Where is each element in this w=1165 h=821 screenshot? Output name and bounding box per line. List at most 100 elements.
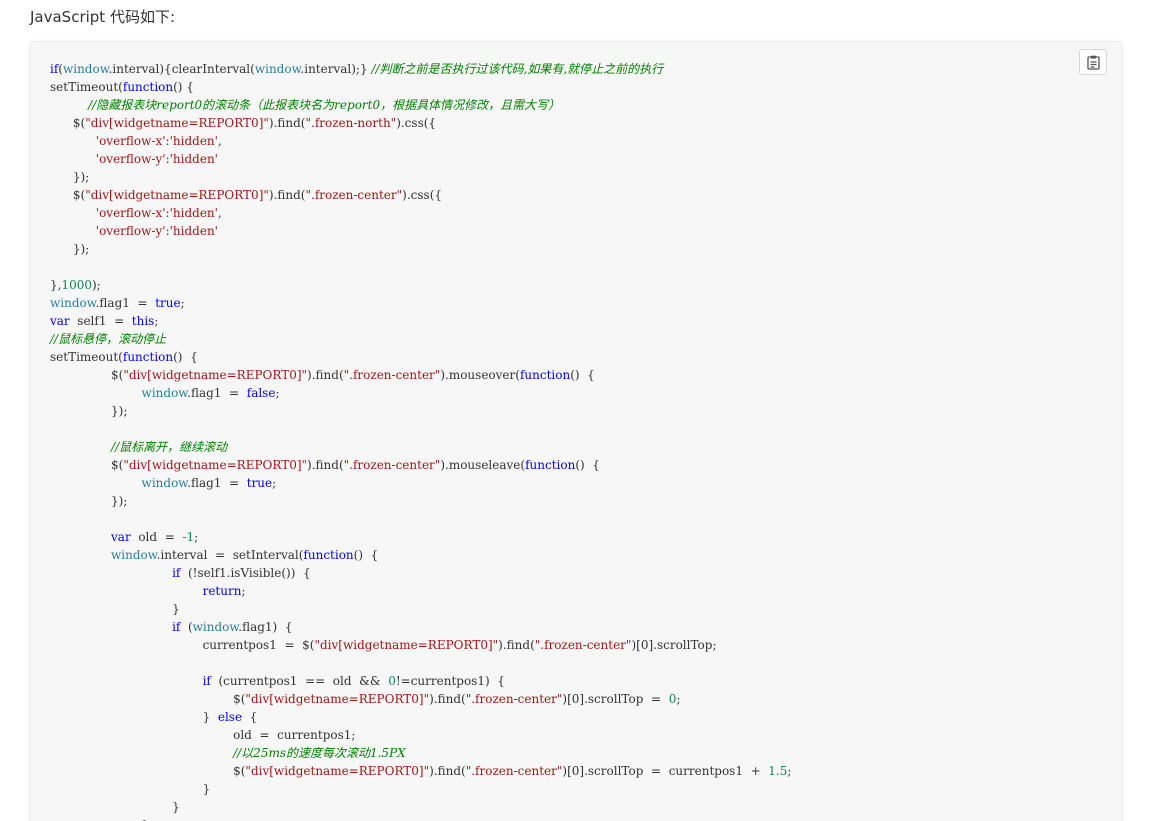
code-token: ).css({	[402, 188, 443, 202]
code-line: });	[50, 402, 791, 420]
code-token: $(	[50, 116, 86, 130]
code-line: });	[50, 240, 791, 258]
code-token: $(	[50, 368, 124, 382]
code-token: .flag1) {	[238, 620, 293, 634]
code-token: function	[122, 80, 174, 94]
code-token: .interval = setInterval(	[156, 548, 304, 562]
code-token: ).find(	[307, 458, 344, 472]
code-token: (	[180, 620, 193, 634]
code-token: 1.5	[768, 764, 788, 778]
code-token: function	[525, 458, 576, 472]
code-token: () {	[353, 548, 379, 562]
code-line: 'overflow-y':'hidden'	[50, 222, 791, 240]
code-token: .flag1 =	[95, 296, 156, 310]
code-token: (currentpos1 == old &&	[210, 674, 389, 688]
code-token: ;	[154, 314, 159, 328]
code-token: .flag1 =	[187, 386, 247, 400]
code-token: ).mouseover(	[440, 368, 520, 382]
code-token: "div[widgetname=REPORT0]"	[123, 458, 308, 472]
code-token: ).find(	[307, 368, 344, 382]
code-token: ".frozen-center"	[305, 188, 403, 202]
code-token: ).css({	[396, 116, 437, 130]
code-line: //隐藏报表块report0的滚动条（此报表块名为report0，根据具体情况修…	[50, 96, 791, 114]
code-token: )[0].scrollTop;	[631, 638, 717, 652]
code-token: function	[122, 350, 174, 364]
copy-code-button[interactable]	[1079, 49, 1107, 75]
code-line: //鼠标悬停，滚动停止	[50, 330, 791, 348]
code-token: {	[242, 710, 258, 724]
code-token: ,	[217, 134, 222, 148]
code-line: window.flag1 = false;	[50, 384, 791, 402]
code-line: $("div[widgetname=REPORT0]").find(".froz…	[50, 690, 791, 708]
code-token: "div[widgetname=REPORT0]"	[245, 764, 430, 778]
code-token: ;	[194, 530, 199, 544]
code-token: ;	[180, 296, 185, 310]
code-token: .interval){clearInterval(	[108, 62, 255, 76]
code-token: "div[widgetname=REPORT0]"	[123, 368, 308, 382]
code-token: (!self1.isVisible()) {	[180, 566, 311, 580]
code-line: $("div[widgetname=REPORT0]").find(".froz…	[50, 186, 791, 204]
code-line: old = currentpos1;	[50, 726, 791, 744]
code-token: ,	[217, 206, 222, 220]
code-token: //鼠标悬停，滚动停止	[50, 332, 167, 346]
code-token: currentpos1 = $(	[50, 638, 315, 652]
code-line: if(window.interval){clearInterval(window…	[50, 60, 791, 78]
code-token: )[0].scrollTop =	[562, 692, 669, 706]
code-token: old = currentpos1;	[50, 728, 356, 742]
code-line: window.interval = setInterval(function()…	[50, 546, 791, 564]
code-line: var old = -1;	[50, 528, 791, 546]
code-token: //判断之前是否执行过该代码,如果有,就停止之前的执行	[371, 62, 664, 76]
code-token: old =	[130, 530, 183, 544]
code-token: ".frozen-center"	[465, 692, 563, 706]
code-line: setTimeout(function() {	[50, 78, 791, 96]
code-line: if (!self1.isVisible()) {	[50, 564, 791, 582]
code-token: 'overflow-y'	[95, 224, 166, 238]
code-token: this	[131, 314, 155, 328]
code-token: ).mouseleave(	[440, 458, 526, 472]
code-line: } else {	[50, 708, 791, 726]
code-token: $(	[50, 458, 124, 472]
code-token: setTimeout(	[50, 80, 123, 94]
code-token: }	[50, 782, 211, 796]
code-line: $("div[widgetname=REPORT0]").find(".froz…	[50, 114, 791, 132]
code-token: var	[111, 530, 131, 544]
code-token: 'overflow-y'	[95, 152, 166, 166]
code-token: },	[50, 278, 62, 292]
code-token: true	[246, 476, 273, 490]
code-line: 'overflow-y':'hidden'	[50, 150, 791, 168]
code-line: });	[50, 168, 791, 186]
code-token: $(	[50, 692, 246, 706]
code-token: }	[50, 602, 180, 616]
code-token: }	[50, 800, 180, 814]
code-line: setTimeout(function() {	[50, 348, 791, 366]
code-token: ).find(	[498, 638, 535, 652]
code-token: window	[141, 476, 188, 490]
code-token: ;	[272, 476, 277, 490]
code-token: true	[155, 296, 181, 310]
code-section-heading: JavaScript 代码如下:	[30, 8, 176, 26]
code-line: }	[50, 600, 791, 618]
code-token: 'hidden'	[169, 206, 218, 220]
clipboard-icon	[1087, 55, 1100, 70]
code-token: window	[50, 296, 96, 310]
code-line: }	[50, 798, 791, 816]
code-token: function	[303, 548, 354, 562]
code-token: ;	[275, 386, 280, 400]
code-token: window	[254, 62, 301, 76]
code-token: return	[202, 584, 242, 598]
code-token: 'hidden'	[169, 152, 218, 166]
code-token: "div[widgetname=REPORT0]"	[314, 638, 499, 652]
code-token: ).find(	[268, 188, 306, 202]
code-token: //鼠标离开，继续滚动	[111, 440, 228, 454]
